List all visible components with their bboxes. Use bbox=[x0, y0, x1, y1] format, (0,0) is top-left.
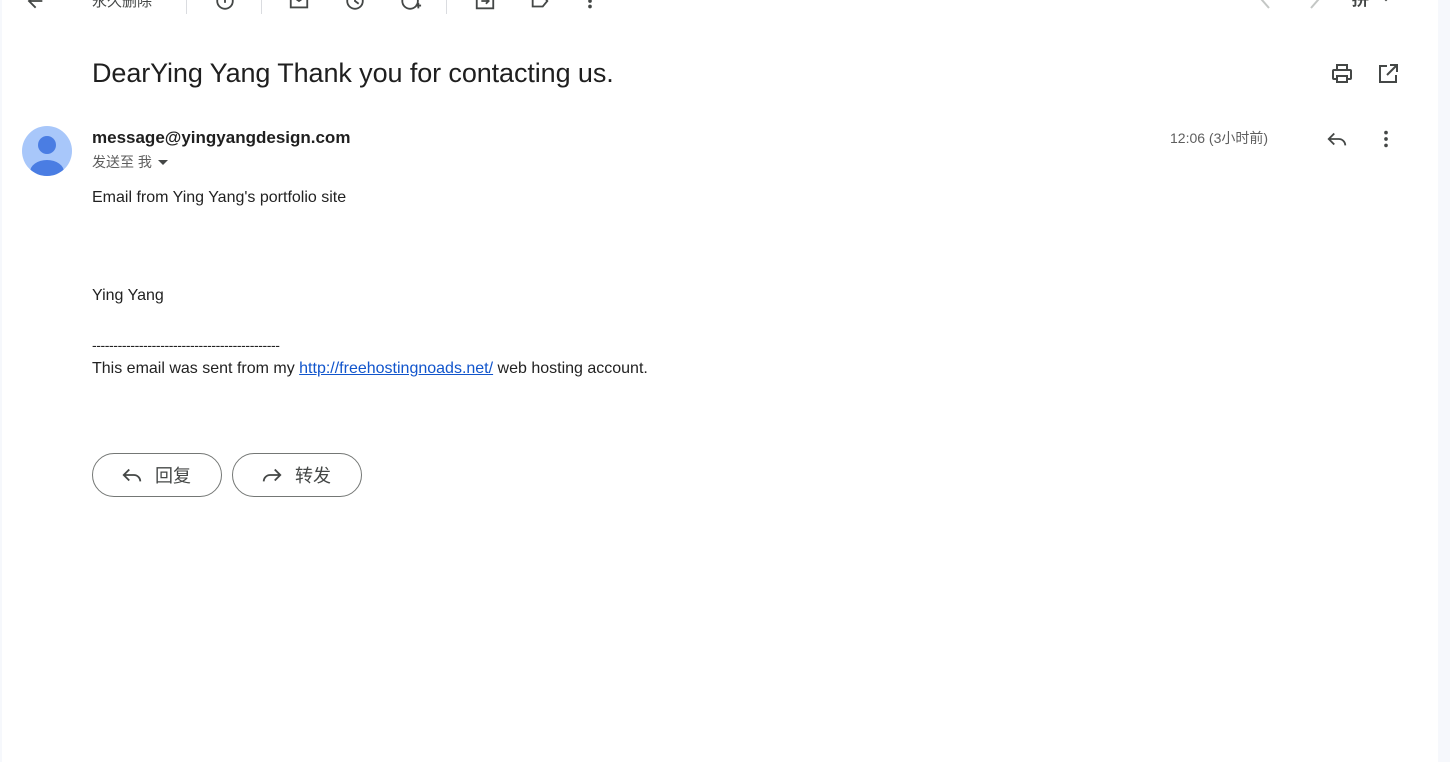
email-body-name: Ying Yang bbox=[92, 287, 164, 304]
forward-icon bbox=[261, 464, 283, 486]
hosting-link[interactable]: http://freehostingnoads.net/ bbox=[299, 360, 493, 377]
chevron-down-icon[interactable] bbox=[1380, 0, 1392, 4]
print-icon[interactable] bbox=[1330, 62, 1354, 86]
forward-button[interactable]: 转发 bbox=[232, 453, 362, 497]
recipient-details-toggle[interactable]: 发送至 我 bbox=[92, 153, 168, 171]
chevron-left-icon[interactable] bbox=[1258, 0, 1274, 10]
mark-unread-icon[interactable] bbox=[288, 0, 310, 12]
toolbar-divider bbox=[446, 0, 447, 14]
open-in-new-window-icon[interactable] bbox=[1376, 62, 1400, 86]
email-body-separator: ----------------------------------------… bbox=[92, 337, 280, 353]
sender-email: message@yingyangdesign.com bbox=[92, 128, 351, 147]
email-body-line: Email from Ying Yang's portfolio site bbox=[92, 189, 347, 206]
delete-forever-button[interactable]: 永久删除 bbox=[92, 0, 152, 12]
reply-icon[interactable] bbox=[1326, 128, 1348, 150]
toolbar-divider bbox=[186, 0, 187, 14]
input-method-button[interactable]: 拼 bbox=[1352, 0, 1369, 10]
email-view: 永久删除 拼 DearYing Yang Thank you for conta… bbox=[2, 0, 1438, 762]
footer-text-suffix: web hosting account. bbox=[493, 360, 648, 377]
reply-button-label: 回复 bbox=[155, 466, 191, 486]
toolbar-divider bbox=[261, 0, 262, 14]
sender-avatar[interactable] bbox=[22, 126, 72, 176]
back-arrow-icon[interactable] bbox=[24, 0, 46, 12]
report-spam-icon[interactable] bbox=[214, 0, 236, 12]
snooze-icon[interactable] bbox=[344, 0, 366, 12]
label-icon[interactable] bbox=[529, 0, 551, 12]
reply-icon bbox=[121, 464, 143, 486]
add-task-icon[interactable] bbox=[399, 0, 423, 12]
recipient-label: 发送至 我 bbox=[92, 154, 152, 170]
caret-down-icon[interactable] bbox=[157, 159, 168, 165]
email-timestamp: 12:06 (3小时前) bbox=[1170, 130, 1269, 146]
forward-button-label: 转发 bbox=[295, 466, 331, 486]
footer-text-prefix: This email was sent from my bbox=[92, 360, 300, 377]
chevron-right-icon[interactable] bbox=[1306, 0, 1322, 10]
email-body-footer: This email was sent from my http://freeh… bbox=[92, 359, 648, 379]
reply-button[interactable]: 回复 bbox=[92, 453, 222, 497]
more-vert-icon[interactable] bbox=[1378, 128, 1394, 150]
more-vert-icon[interactable] bbox=[582, 0, 598, 12]
email-subject: DearYing Yang Thank you for contacting u… bbox=[92, 58, 614, 88]
move-to-icon[interactable] bbox=[474, 0, 496, 12]
